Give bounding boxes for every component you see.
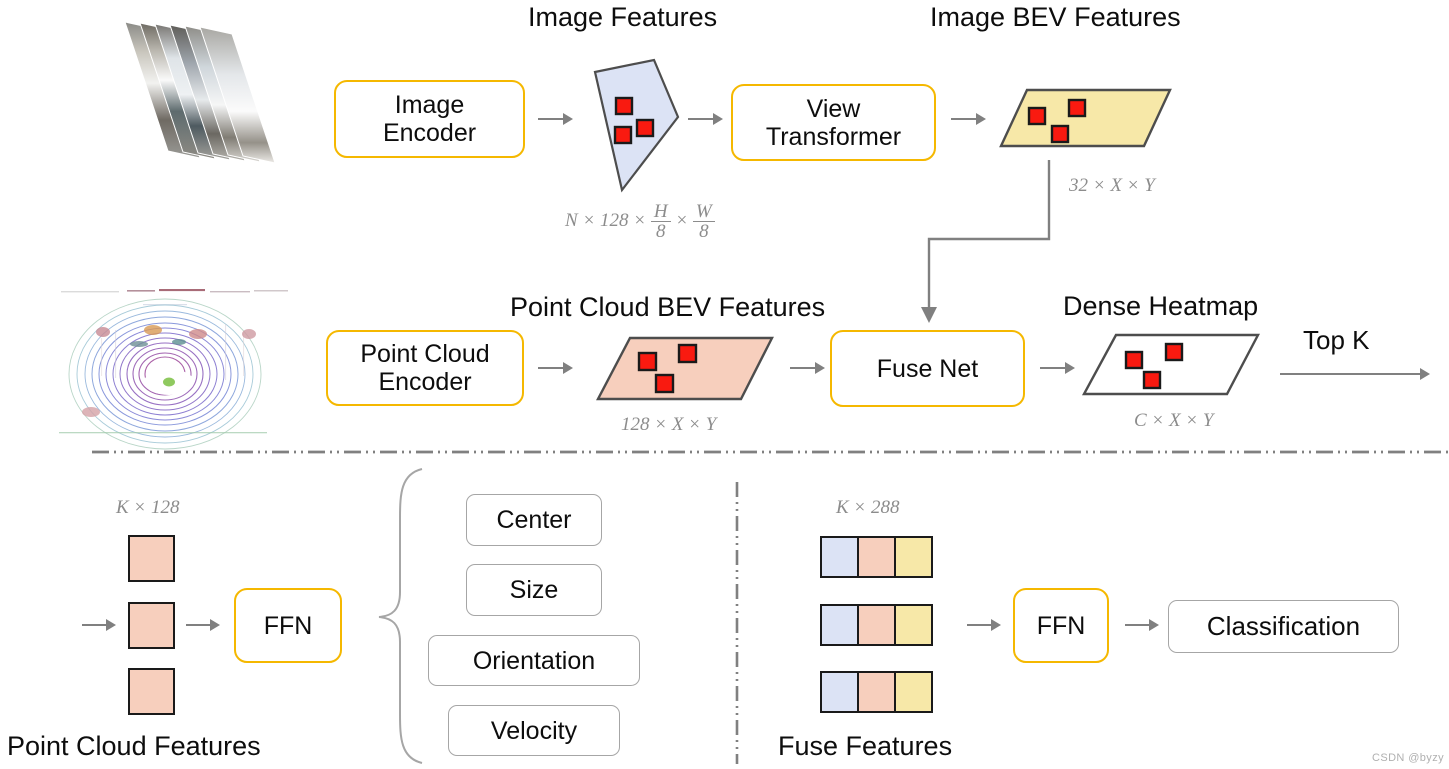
title-dense-heatmap: Dense Heatmap <box>1063 291 1259 321</box>
point-cloud-feature-square-3 <box>128 668 175 715</box>
fuse-feature-seg-image <box>820 536 859 578</box>
fuse-feature-row-2 <box>820 604 933 646</box>
caption-n: N <box>565 210 578 232</box>
fuse-feature-seg-bev <box>893 671 933 713</box>
head-output-center[interactable]: Center <box>466 494 602 546</box>
dense-heatmap-plane <box>1080 330 1265 406</box>
arrow-image-features-to-view-transformer <box>688 113 723 125</box>
horizontal-divider <box>92 450 1448 454</box>
arrow-point-cloud-features-to-ffn <box>186 619 220 631</box>
fuse-feature-row-3 <box>820 671 933 713</box>
point-cloud-feature-square-1 <box>128 535 175 582</box>
arrow-into-point-cloud-features <box>82 619 116 631</box>
fuse-feature-row-1 <box>820 536 933 578</box>
label-top-k: Top K <box>1303 325 1370 355</box>
connector-image-bev-to-fuse-net <box>885 160 1075 330</box>
title-image-features: Image Features <box>528 2 718 32</box>
view-transformer-box[interactable]: View Transformer <box>731 84 936 161</box>
point-cloud-encoder-box[interactable]: Point Cloud Encoder <box>326 330 524 406</box>
label-fuse-features: Fuse Features <box>778 731 953 761</box>
head-output-velocity[interactable]: Velocity <box>448 705 620 756</box>
caption-dense-heatmap: C × X × Y <box>1134 410 1214 431</box>
classification-box[interactable]: Classification <box>1168 600 1399 653</box>
image-encoder-box[interactable]: Image Encoder <box>334 80 525 158</box>
multi-camera-image-stack <box>100 10 300 210</box>
arrow-pc-encoder-to-pc-bev <box>538 362 573 374</box>
image-bev-features-plane <box>998 84 1178 160</box>
arrow-fuse-features-to-ffn <box>967 619 1001 631</box>
ffn-left-box[interactable]: FFN <box>234 588 342 663</box>
head-outputs-brace <box>375 466 435 766</box>
fuse-net-box[interactable]: Fuse Net <box>830 330 1025 407</box>
caption-fuse-features: K × 288 <box>836 497 900 518</box>
fuse-feature-seg-point <box>856 536 896 578</box>
label-point-cloud-features: Point Cloud Features <box>7 731 261 761</box>
vertical-divider <box>735 482 739 764</box>
head-output-orientation[interactable]: Orientation <box>428 635 640 686</box>
fuse-feature-seg-bev <box>893 604 933 646</box>
caption-point-cloud-features: K × 128 <box>116 497 180 518</box>
watermark: CSDN @byzy <box>1372 752 1445 764</box>
fuse-feature-seg-image <box>820 604 859 646</box>
arrow-ffn-to-classification <box>1125 619 1159 631</box>
point-cloud-feature-square-2 <box>128 602 175 649</box>
caption-h-over-8: H 8 <box>650 202 671 242</box>
caption-image-features: N × 128 × H 8 × W 8 <box>565 202 715 242</box>
arrow-top-k <box>1280 368 1430 380</box>
caption-point-cloud-bev: 128 × X × Y <box>621 414 717 435</box>
diagram-canvas: Image Features Image BEV Features Image … <box>0 0 1449 769</box>
fuse-feature-seg-point <box>856 604 896 646</box>
image-features-plane <box>592 58 684 194</box>
caption-image-bev: 32 × X × Y <box>1069 175 1155 196</box>
arrow-view-transformer-to-image-bev <box>951 113 986 125</box>
lidar-point-cloud-image <box>47 264 303 450</box>
arrow-fuse-net-to-dense-heatmap <box>1040 362 1075 374</box>
point-cloud-bev-features-plane <box>594 333 779 411</box>
caption-times-2: × <box>675 210 689 232</box>
fuse-feature-seg-point <box>856 671 896 713</box>
arrow-pc-bev-to-fuse-net <box>790 362 825 374</box>
ffn-right-box[interactable]: FFN <box>1013 588 1109 663</box>
head-output-size[interactable]: Size <box>466 564 602 616</box>
arrow-encoder-to-image-features <box>538 113 573 125</box>
title-image-bev-features: Image BEV Features <box>930 2 1181 32</box>
fuse-feature-seg-image <box>820 671 859 713</box>
caption-w-over-8: W 8 <box>692 202 715 242</box>
fuse-feature-seg-bev <box>893 536 933 578</box>
title-point-cloud-bev-features: Point Cloud BEV Features <box>510 292 826 322</box>
caption-times-128: × 128 × <box>582 210 647 232</box>
